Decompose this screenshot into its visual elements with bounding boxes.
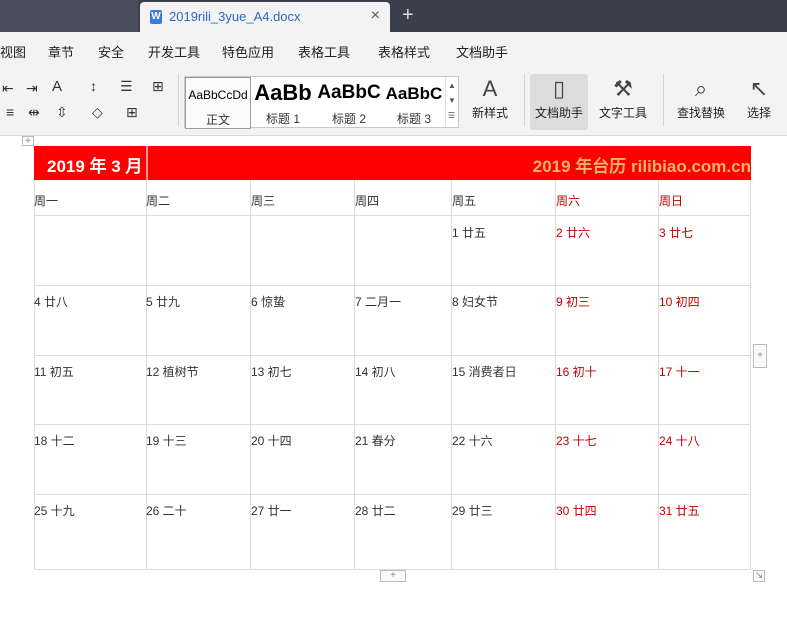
weekday-mon: 周一 (34, 194, 59, 208)
scroll-down-icon[interactable]: ▼ (448, 96, 456, 105)
new-style-button[interactable]: A 新样式 (463, 74, 517, 130)
wrench-icon: ⚒ (613, 76, 633, 101)
menu-bar: 视图 章节 安全 开发工具 特色应用 表格工具 表格样式 文档助手 (0, 32, 787, 68)
day-cell: 5 廿九 (146, 295, 181, 309)
day-cell: 4 廿八 (34, 295, 69, 309)
document-tab-title: 2019rili_3yue_A4.docx (169, 9, 301, 24)
word-doc-icon: W (150, 10, 162, 24)
day-cell: 22 十六 (452, 434, 493, 448)
new-style-icon: A (482, 76, 498, 101)
menu-table-style[interactable]: 表格样式 (378, 42, 430, 61)
sort-icon[interactable]: ↕ (90, 78, 97, 94)
day-cell: 26 二十 (146, 504, 187, 518)
weekday-tue: 周二 (146, 194, 171, 208)
day-cell: 14 初八 (355, 365, 396, 379)
day-cell: 2 廿六 (556, 226, 591, 240)
menu-table-tools[interactable]: 表格工具 (298, 42, 350, 61)
table-borders-icon[interactable]: ⊞ (126, 104, 138, 121)
day-cell: 11 初五 (34, 365, 74, 379)
add-row-button[interactable]: + (380, 570, 406, 582)
day-cell: 17 十一 (659, 365, 700, 379)
menu-view[interactable]: 视图 (0, 42, 26, 61)
style-normal[interactable]: AaBbCcDd 正文 (185, 77, 251, 129)
day-cell: 23 十七 (556, 434, 597, 448)
day-cell: 18 十二 (34, 434, 75, 448)
table-resize-handle[interactable]: ↘ (753, 570, 765, 582)
close-tab-button[interactable]: × (371, 7, 380, 25)
day-cell: 30 廿四 (556, 504, 597, 518)
text-direction-icon[interactable]: A (52, 78, 62, 95)
calendar-month-title: 2019 年 3 月 (47, 157, 143, 176)
menu-special-apps[interactable]: 特色应用 (222, 42, 274, 61)
style-gallery-scroll[interactable]: ▲ ▼ ☰ (445, 77, 458, 127)
select-button[interactable]: ↖ 选择 (736, 74, 782, 130)
day-cell: 27 廿一 (251, 504, 292, 518)
day-cell: 21 春分 (355, 434, 396, 448)
line-spacing-icon[interactable]: ☰ (120, 78, 133, 95)
paragraph-spacing-icon[interactable]: ⇳ (56, 104, 68, 121)
doc-assistant-button[interactable]: ▯ 文档助手 (530, 74, 588, 130)
menu-doc-assistant[interactable]: 文档助手 (456, 42, 508, 61)
tab-bar: W 2019rili_3yue_A4.docx × + (0, 0, 787, 32)
cursor-arrow-icon: ↖ (749, 76, 769, 101)
doc-assistant-icon: ▯ (552, 76, 566, 101)
day-cell: 28 廿二 (355, 504, 396, 518)
increase-indent-icon[interactable]: ⇥ (26, 80, 38, 97)
day-cell: 3 廿七 (659, 226, 694, 240)
weekday-fri: 周五 (452, 194, 477, 208)
calendar-brand: 2019 年台历 rilibiao.com.cn (532, 157, 751, 176)
menu-developer-tools[interactable]: 开发工具 (148, 42, 200, 61)
day-cell: 29 廿三 (452, 504, 493, 518)
day-cell: 25 十九 (34, 504, 75, 518)
day-cell: 31 廿五 (659, 504, 700, 518)
add-column-button[interactable]: + (753, 344, 767, 368)
menu-chapter[interactable]: 章节 (48, 42, 74, 61)
expand-gallery-icon[interactable]: ☰ (448, 111, 455, 120)
menu-security[interactable]: 安全 (98, 42, 124, 61)
decrease-indent-icon[interactable]: ⇤ (2, 80, 14, 97)
document-tab[interactable]: W 2019rili_3yue_A4.docx × (140, 2, 390, 32)
day-cell: 1 廿五 (452, 226, 487, 240)
weekday-sat: 周六 (556, 194, 581, 208)
previous-tab[interactable] (0, 0, 138, 32)
find-replace-button[interactable]: ⌕ 查找替换 (670, 74, 732, 130)
calendar-grid: 周一 周二 周三 周四 周五 周六 周日 1 廿五 2 廿六 3 廿七 4 廿八… (34, 180, 751, 570)
day-cell: 15 消费者日 (452, 365, 517, 379)
day-cell: 10 初四 (659, 295, 700, 309)
style-heading-1[interactable]: AaBb 标题 1 (251, 77, 315, 127)
day-cell: 24 十八 (659, 434, 700, 448)
borders-icon[interactable]: ⊞ (152, 78, 164, 95)
day-cell: 6 惊蛰 (251, 295, 286, 309)
style-heading-2[interactable]: AaBbC 标题 2 (317, 77, 381, 127)
align-justify-icon[interactable]: ≡ (6, 104, 14, 120)
style-gallery: AaBbCcDd 正文 AaBb 标题 1 AaBbC 标题 2 AaBbC 标… (184, 76, 459, 129)
ribbon-toolbar: ⇤ ⇥ A ↕ ☰ ⊞ ≡ ⇹ ⇳ ◇ ⊞ AaBbCcDd 正文 AaBb 标… (0, 68, 787, 136)
style-heading-3[interactable]: AaBbC 标题 3 (383, 77, 445, 127)
day-cell: 20 十四 (251, 434, 292, 448)
calendar-header: 2019 年 3 月 2019 年台历 rilibiao.com.cn (34, 146, 751, 180)
weekday-wed: 周三 (251, 194, 276, 208)
scroll-up-icon[interactable]: ▲ (448, 81, 456, 90)
shading-fill-icon[interactable]: ◇ (92, 104, 103, 121)
day-cell: 13 初七 (251, 365, 292, 379)
day-cell: 7 二月一 (355, 295, 402, 309)
text-tools-button[interactable]: ⚒ 文字工具 (592, 74, 654, 130)
weekday-thu: 周四 (355, 194, 380, 208)
magnifier-icon: ⌕ (694, 76, 708, 101)
day-cell: 16 初十 (556, 365, 597, 379)
weekday-sun: 周日 (659, 194, 684, 208)
day-cell: 12 植树节 (146, 365, 199, 379)
table-move-handle[interactable]: + (22, 136, 34, 147)
document-page[interactable]: + 2019 年 3 月 2019 年台历 rilibiao.com.cn 周一… (0, 136, 787, 634)
day-cell: 8 妇女节 (452, 295, 499, 309)
day-cell: 9 初三 (556, 295, 591, 309)
new-tab-button[interactable]: + (402, 4, 414, 27)
distributed-align-icon[interactable]: ⇹ (28, 104, 40, 121)
day-cell: 19 十三 (146, 434, 187, 448)
